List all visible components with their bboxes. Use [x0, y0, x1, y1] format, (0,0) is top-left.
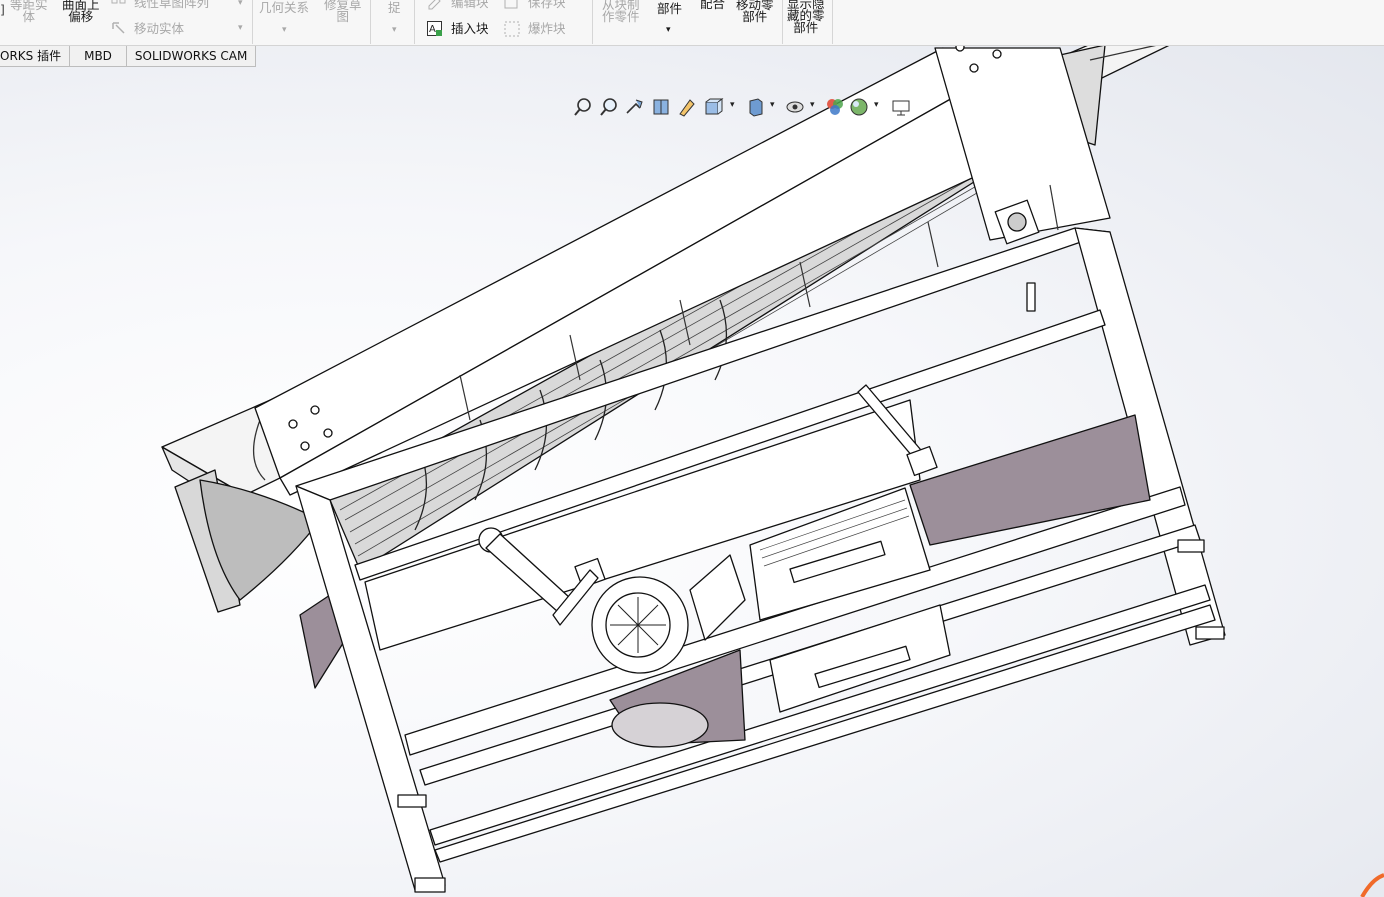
dynamic-annotation-icon[interactable] — [676, 96, 698, 118]
ribbon-separator — [414, 0, 415, 44]
move-entities-dropdown-icon[interactable]: ▾ — [238, 22, 243, 34]
hide-show-items-icon[interactable] — [784, 96, 806, 118]
move-component-button[interactable]: 移动零 部件 — [736, 0, 774, 23]
apply-scene-dropdown-icon[interactable]: ▾ — [874, 100, 879, 110]
ribbon-separator — [832, 0, 833, 44]
tab-mbd[interactable]: MBD — [69, 46, 127, 67]
display-style-icon[interactable] — [744, 96, 766, 118]
explode-block-icon — [504, 21, 520, 37]
insert-component-dropdown-icon[interactable]: ▾ — [666, 24, 671, 36]
previous-view-icon[interactable] — [624, 96, 646, 118]
offset-on-surface-label-2: 偏移 — [68, 9, 94, 24]
mate-button[interactable]: 配合 — [700, 0, 725, 10]
linear-sketch-pattern-button[interactable]: 线性草图阵列 — [134, 0, 209, 9]
quick-snaps-dropdown-icon[interactable]: ▾ — [392, 24, 397, 36]
svg-text:A: A — [429, 24, 436, 35]
save-block-icon — [504, 0, 518, 9]
command-manager-tabs: ORKS 插件 MBD SOLIDWORKS CAM — [0, 46, 257, 68]
repair-sketch-label-2: 图 — [336, 9, 350, 24]
ribbon-separator — [592, 0, 593, 44]
quick-snaps-button[interactable]: 捉 — [388, 1, 401, 14]
ribbon-separator — [370, 0, 371, 44]
edit-block-icon — [428, 0, 441, 10]
move-component-label-2: 部件 — [742, 9, 768, 24]
explode-block-button[interactable]: 爆炸块 — [528, 22, 566, 35]
hide-show-dropdown-icon[interactable]: ▾ — [810, 100, 815, 110]
graphics-area[interactable]: ▾ ▾ ▾ ▾ — [0, 46, 1384, 897]
save-block-button[interactable]: 保存块 — [528, 0, 566, 9]
offset-entities-button[interactable]: 等距实 体 — [10, 0, 48, 23]
edit-appearance-icon[interactable] — [824, 96, 846, 118]
zoom-to-fit-icon[interactable] — [572, 96, 594, 118]
display-style-dropdown-icon[interactable]: ▾ — [770, 100, 775, 110]
show-hidden-label-3: 部件 — [793, 20, 819, 35]
view-orientation-dropdown-icon[interactable]: ▾ — [730, 100, 735, 110]
view-settings-icon[interactable] — [890, 96, 912, 118]
ribbon-separator — [252, 0, 253, 44]
offset-entities-label-2: 体 — [22, 9, 36, 24]
make-part-from-block-button[interactable]: 从块制 作零件 — [602, 0, 640, 23]
edit-block-button[interactable]: 编辑块 — [451, 0, 489, 9]
move-entities-icon — [112, 22, 125, 34]
zoom-to-area-icon[interactable] — [598, 96, 620, 118]
move-entities-button[interactable]: 移动实体 — [134, 22, 184, 35]
show-hidden-components-button[interactable]: 显示隐 藏的零 部件 — [787, 0, 825, 34]
command-manager-ribbon: 等距实 体 曲面上 偏移 ] 线性草图阵列 ▾ 移动实体 ▾ 几何关系 ▾ 修复… — [0, 0, 1384, 46]
apply-scene-icon[interactable] — [848, 96, 870, 118]
ribbon-separator — [782, 0, 783, 44]
view-orientation-icon[interactable] — [702, 96, 724, 118]
linear-pattern-icon — [111, 0, 126, 4]
linear-pattern-dropdown-icon[interactable]: ▾ — [238, 0, 243, 9]
display-relations-button[interactable]: 几何关系 — [259, 1, 309, 14]
make-part-label-2: 作零件 — [602, 9, 640, 24]
insert-component-button[interactable]: 部件 — [657, 2, 682, 15]
insert-block-icon: A — [427, 21, 442, 36]
offset-on-surface-button[interactable]: 曲面上 偏移 — [62, 0, 100, 23]
assembly-model[interactable] — [0, 46, 1384, 897]
insert-block-button[interactable]: 插入块 — [451, 22, 489, 35]
repair-sketch-button[interactable]: 修复草 图 — [324, 0, 362, 23]
ribbon-cut-glyph: ] — [0, 2, 5, 17]
relations-dropdown-icon[interactable]: ▾ — [282, 24, 287, 36]
section-view-icon[interactable] — [650, 96, 672, 118]
accent-mark — [1360, 873, 1384, 897]
tab-solidworks-addins[interactable]: ORKS 插件 — [0, 46, 71, 67]
tab-solidworks-cam[interactable]: SOLIDWORKS CAM — [125, 46, 257, 67]
